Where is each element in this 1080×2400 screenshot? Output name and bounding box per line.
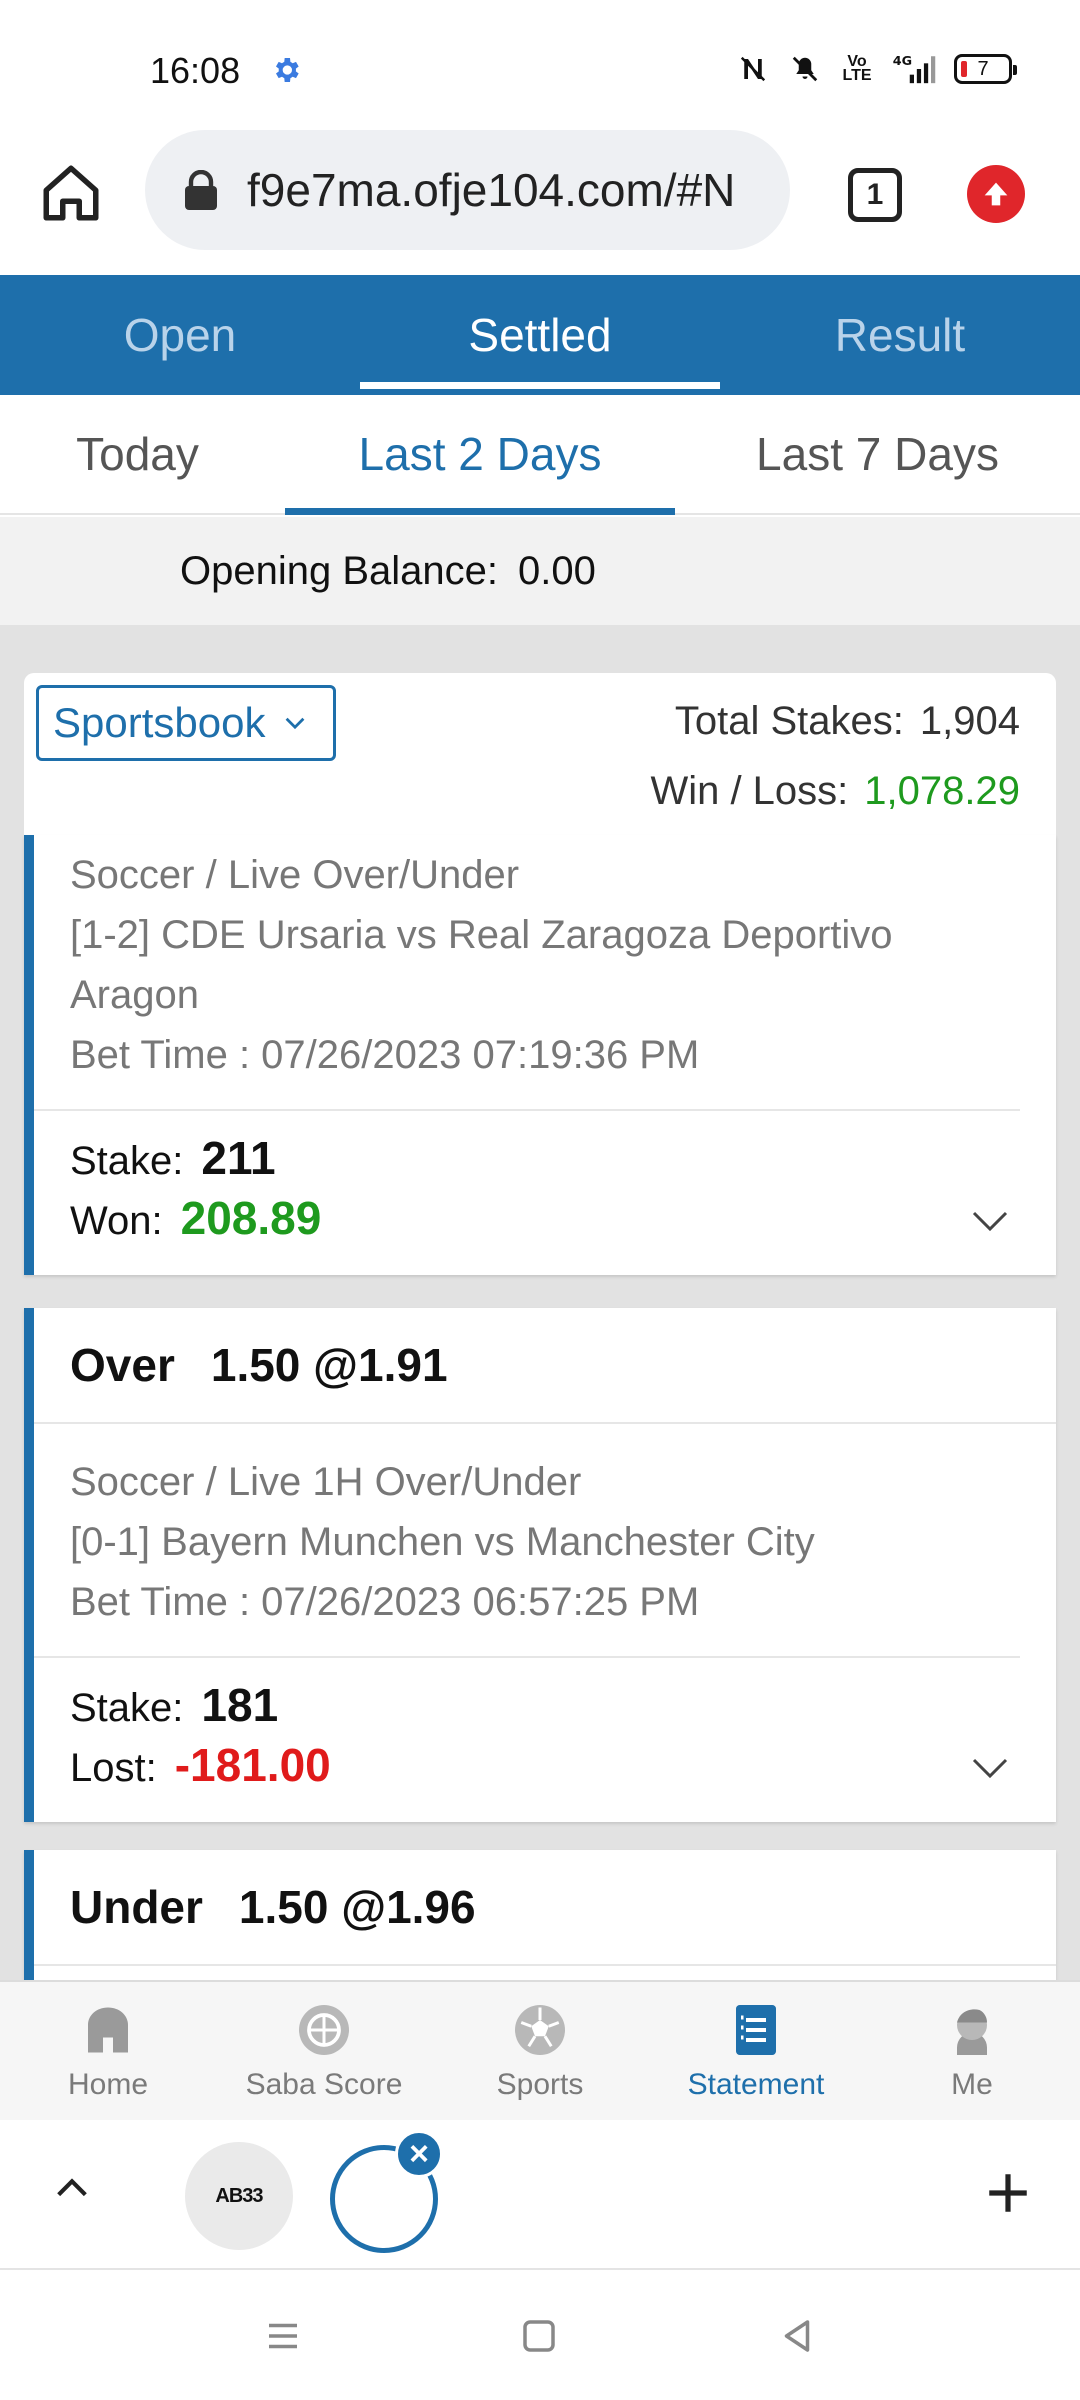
- user-avatar-icon: [957, 2009, 987, 2055]
- battery-icon: 7: [954, 54, 1017, 84]
- lock-icon: [185, 170, 217, 210]
- bet-market: Soccer / Live 1H Over/Under: [70, 1460, 582, 1504]
- win-loss: Win / Loss: 1,078.29: [650, 769, 1020, 814]
- stake-value: 211: [201, 1132, 276, 1184]
- product-dropdown-label: Sportsbook: [53, 699, 266, 746]
- date-range-tabs: Today Last 2 Days Last 7 Days: [0, 395, 1080, 515]
- bet-info: Soccer / Live Over/Under [1-2] CDE Ursar…: [34, 835, 1020, 1111]
- result-value: -181.00: [174, 1739, 331, 1791]
- bet-result: Won: 208.89: [70, 1191, 1020, 1251]
- chevron-down-icon[interactable]: [970, 1209, 1010, 1233]
- bet-line-odds: 1.50 @1.96: [238, 1881, 476, 1933]
- bet-footer: Stake: 211 Won: 208.89: [34, 1111, 1056, 1275]
- opening-balance-value: 0.00: [518, 548, 596, 593]
- chevron-up-icon[interactable]: [52, 2168, 92, 2208]
- bet-card[interactable]: Under 1.50 @1.96: [24, 1850, 1056, 1980]
- opening-balance: Opening Balance: 0.00: [0, 517, 1080, 625]
- bet-match: [0-1] Bayern Munchen vs Manchester City: [70, 1520, 815, 1564]
- bet-result: Lost: -181.00: [70, 1738, 1020, 1798]
- nav-label: Home: [67, 2068, 149, 2101]
- browser-bar: f9e7ma.ofje104.com/#N 1: [0, 130, 1080, 275]
- stake-label: Stake:: [70, 1686, 184, 1730]
- mute-bell-icon: [788, 52, 822, 86]
- soccer-ball-icon: [515, 2005, 565, 2055]
- address-bar[interactable]: f9e7ma.ofje104.com/#N: [145, 130, 790, 250]
- tab-last-2-days[interactable]: Last 2 Days: [285, 395, 675, 515]
- svg-text:4G: 4G: [893, 54, 912, 69]
- tab-open[interactable]: Open: [0, 275, 360, 395]
- nav-sports[interactable]: Sports: [432, 1982, 648, 2120]
- bet-stake: Stake: 181: [70, 1678, 1020, 1738]
- bet-stake: Stake: 211: [70, 1131, 1020, 1191]
- stake-label: Stake:: [70, 1139, 184, 1183]
- home-icon: [88, 2007, 128, 2053]
- nav-me[interactable]: Me: [864, 1982, 1080, 2120]
- tab-switcher-button[interactable]: 1: [848, 168, 902, 222]
- back-icon[interactable]: [776, 2315, 818, 2357]
- bet-selection: Under: [70, 1881, 203, 1933]
- nav-label: Saba Score: [245, 2068, 403, 2101]
- bet-market: Soccer / Live Over/Under: [70, 853, 520, 897]
- site-logo-text: AB33: [215, 2184, 263, 2207]
- home-square-icon[interactable]: [518, 2315, 560, 2357]
- chevron-down-icon[interactable]: [970, 1756, 1010, 1780]
- tab-settled[interactable]: Settled: [360, 275, 720, 395]
- bet-match: [1-2] CDE Ursaria vs Real Zaragoza Depor…: [70, 913, 893, 1017]
- nav-statement[interactable]: Statement: [648, 1982, 864, 2120]
- status-time: 16:08: [150, 50, 241, 91]
- bet-card[interactable]: Over 1.50 @1.91 Soccer / Live 1H Over/Un…: [24, 1308, 1056, 1822]
- status-bar: 16:08 Vo LTE 4G 7: [0, 0, 1080, 130]
- browser-bottom-toolbar: AB33 ×: [0, 2120, 1080, 2270]
- nav-label: Statement: [687, 2068, 825, 2101]
- total-stakes-label: Total Stakes:: [674, 699, 904, 743]
- nav-label: Me: [951, 2068, 993, 2101]
- home-icon[interactable]: [38, 160, 104, 226]
- update-icon[interactable]: [967, 165, 1025, 223]
- bet-footer: Stake: 181 Lost: -181.00: [34, 1658, 1056, 1822]
- plus-icon[interactable]: [983, 2168, 1033, 2218]
- chevron-down-icon: [286, 717, 305, 730]
- signal-icon: 4G: [892, 52, 936, 86]
- site-shortcut[interactable]: AB33: [185, 2142, 293, 2250]
- bet-time: Bet Time : 07/26/2023 06:57:25 PM: [70, 1580, 700, 1624]
- summary-card: Sportsbook Total Stakes: 1,904 Win / Los…: [24, 673, 1056, 835]
- bet-header: Over 1.50 @1.91: [34, 1308, 1056, 1424]
- system-nav-bar: [0, 2270, 1080, 2400]
- statement-icon: [736, 2005, 776, 2055]
- win-loss-value: 1,078.29: [864, 769, 1020, 813]
- opening-balance-label: Opening Balance:: [180, 548, 499, 593]
- menu-icon[interactable]: [262, 2315, 304, 2357]
- nav-label: Sports: [496, 2068, 584, 2101]
- saba-score-icon: [299, 2005, 349, 2055]
- bet-line-odds: 1.50 @1.91: [210, 1339, 448, 1391]
- nav-home[interactable]: Home: [0, 1982, 216, 2120]
- url-text: f9e7ma.ofje104.com/#N: [247, 164, 736, 216]
- tab-last-7-days[interactable]: Last 7 Days: [675, 395, 1080, 513]
- status-icons: Vo LTE 4G 7: [736, 52, 1017, 86]
- bet-info: Soccer / Live 1H Over/Under [0-1] Bayern…: [34, 1424, 1020, 1658]
- total-stakes-value: 1,904: [919, 699, 1020, 743]
- bet-status-tabs: Open Settled Result: [0, 275, 1080, 395]
- product-dropdown[interactable]: Sportsbook: [36, 685, 336, 761]
- bet-header: Under 1.50 @1.96: [34, 1850, 1056, 1966]
- bet-time: Bet Time : 07/26/2023 07:19:36 PM: [70, 1033, 700, 1077]
- bottom-nav: Home Saba Score Sports Statement Me: [0, 1980, 1080, 2120]
- bet-card[interactable]: Soccer / Live Over/Under [1-2] CDE Ursar…: [24, 835, 1056, 1275]
- win-loss-label: Win / Loss:: [650, 769, 849, 813]
- statement-content[interactable]: Sportsbook Total Stakes: 1,904 Win / Los…: [0, 625, 1080, 1980]
- bet-selection: Over: [70, 1339, 175, 1391]
- nfc-icon: [736, 52, 770, 86]
- tab-today[interactable]: Today: [0, 395, 275, 513]
- result-value: 208.89: [180, 1192, 322, 1244]
- volte-icon: Vo LTE: [842, 53, 872, 84]
- stake-value: 181: [201, 1679, 279, 1731]
- total-stakes: Total Stakes: 1,904: [675, 699, 1020, 744]
- gear-icon: [276, 58, 299, 82]
- close-icon[interactable]: ×: [395, 2130, 443, 2178]
- tab-result[interactable]: Result: [720, 275, 1080, 395]
- nav-saba-score[interactable]: Saba Score: [216, 1982, 432, 2120]
- result-label: Lost:: [70, 1746, 157, 1790]
- result-label: Won:: [70, 1199, 163, 1243]
- battery-level: 7: [977, 57, 989, 80]
